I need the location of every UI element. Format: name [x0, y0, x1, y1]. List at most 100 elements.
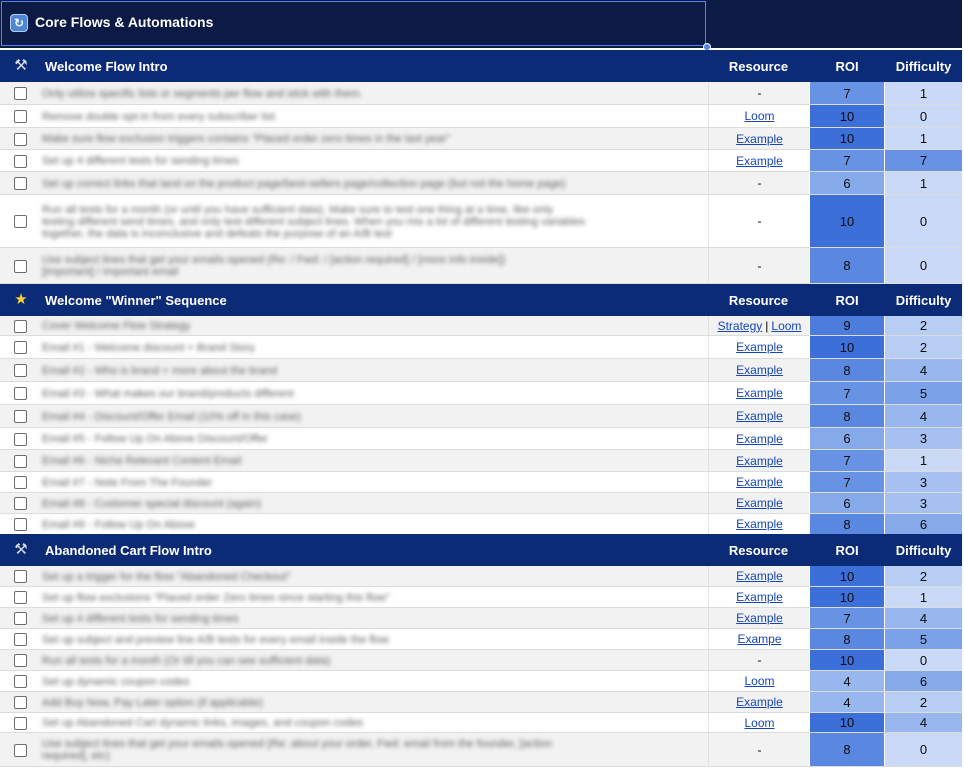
task-checkbox[interactable] — [14, 387, 27, 400]
table-row: Set up correct links that land on the pr… — [0, 172, 964, 195]
resource-link-example[interactable]: Example — [736, 496, 783, 510]
resource-link-strategy[interactable]: Strategy — [718, 319, 763, 333]
difficulty-score: 3 — [885, 428, 962, 449]
task-line: Set up Abandoned Cart dynamic links, ima… — [42, 717, 364, 729]
task-line: Remove double opt-in from every subscrib… — [42, 111, 275, 123]
task-checkbox[interactable] — [14, 341, 27, 354]
task-line: Email #2 - Who is brand + more about the… — [42, 365, 278, 377]
resource-link-example[interactable]: Example — [736, 340, 783, 354]
task-line: Set up 4 different tests for sending tim… — [42, 155, 239, 167]
task-checkbox[interactable] — [14, 518, 27, 531]
table-row: Remove double opt-in from every subscrib… — [0, 105, 964, 128]
task-checkbox[interactable] — [14, 744, 27, 757]
task-description: Make sure flow exclusion triggers contai… — [42, 133, 706, 147]
task-description: Set up correct links that land on the pr… — [42, 178, 706, 192]
task-description: Email #6 - Niche Relevant Content Email — [42, 455, 706, 469]
resource-link-example[interactable]: Example — [736, 409, 783, 423]
roi-score: 7 — [809, 608, 885, 628]
task-checkbox[interactable] — [14, 591, 27, 604]
task-checkbox[interactable] — [14, 320, 27, 333]
resource-cell: - — [708, 82, 810, 104]
resource-link-example[interactable]: Example — [736, 569, 783, 583]
selected-cell-outline[interactable] — [1, 1, 706, 46]
table-row: Email #5 - Follow Up On Above Discount/O… — [0, 428, 964, 450]
task-description: Use subject lines that get your emails o… — [42, 254, 706, 281]
table-row: Only utilize specific lists or segments … — [0, 82, 964, 105]
table-row: Make sure flow exclusion triggers contai… — [0, 128, 964, 150]
resource-link-example[interactable]: Example — [736, 611, 783, 625]
task-checkbox[interactable] — [14, 410, 27, 423]
task-checkbox[interactable] — [14, 654, 27, 667]
resource-link-example[interactable]: Example — [736, 590, 783, 604]
task-description: Email #7 - Note From The Founder — [42, 477, 706, 490]
difficulty-score: 6 — [885, 671, 962, 691]
task-checkbox[interactable] — [14, 133, 27, 146]
resource-link-exampe[interactable]: Exampe — [737, 632, 781, 646]
difficulty-score: 1 — [885, 587, 962, 607]
section-title: Welcome Flow Intro — [45, 59, 168, 74]
section-header: ⚒ Welcome Flow Intro Resource ROI Difficulty — [0, 50, 964, 82]
task-checkbox[interactable] — [14, 364, 27, 377]
task-checkbox[interactable] — [14, 497, 27, 510]
difficulty-score: 3 — [885, 472, 962, 492]
roi-score: 8 — [809, 405, 885, 427]
task-checkbox[interactable] — [14, 476, 27, 489]
task-line: Make sure flow exclusion triggers contai… — [42, 133, 451, 145]
difficulty-score: 3 — [885, 493, 962, 513]
task-checkbox[interactable] — [14, 633, 27, 646]
task-checkbox[interactable] — [14, 570, 27, 583]
table-row: Use subject lines that get your emails o… — [0, 248, 964, 284]
task-checkbox[interactable] — [14, 260, 27, 273]
task-line: Email #9 - Follow Up On Above — [42, 519, 195, 531]
table-row: Run all tests for a month (or until you … — [0, 195, 964, 248]
roi-score: 10 — [809, 195, 885, 247]
difficulty-score: 2 — [885, 316, 962, 335]
task-checkbox[interactable] — [14, 696, 27, 709]
no-resource: - — [757, 86, 762, 100]
resource-cell: Example — [708, 359, 810, 381]
task-description: Run all tests for a month (Or till you c… — [42, 655, 706, 668]
task-checkbox[interactable] — [14, 675, 27, 688]
table-row: Email #3 - What makes our brand/products… — [0, 382, 964, 405]
spreadsheet: ↻ Core Flows & Automations ⚒ Welcome Flow… — [0, 0, 964, 771]
resource-link-example[interactable]: Example — [736, 154, 783, 168]
resource-cell: Example — [708, 587, 810, 607]
task-line: Run all tests for a month (Or till you c… — [42, 655, 331, 667]
task-checkbox[interactable] — [14, 177, 27, 190]
difficulty-score: 0 — [885, 248, 962, 283]
resource-link-example[interactable]: Example — [736, 386, 783, 400]
task-checkbox[interactable] — [14, 155, 27, 168]
resource-link-example[interactable]: Example — [736, 132, 783, 146]
roi-score: 6 — [809, 428, 885, 449]
difficulty-score: 7 — [885, 150, 962, 171]
task-checkbox[interactable] — [14, 455, 27, 468]
task-line: Add Buy Now, Pay Later option (if applic… — [42, 697, 263, 709]
task-checkbox[interactable] — [14, 612, 27, 625]
resource-link-example[interactable]: Example — [736, 454, 783, 468]
task-description: Email #1 - Welcome discount + Brand Stor… — [42, 342, 706, 356]
resource-cell: Example — [708, 405, 810, 427]
resource-link-example[interactable]: Example — [736, 517, 783, 531]
resource-link-loom[interactable]: Loom — [771, 319, 801, 333]
task-description: Email #8 - Customer special discount (ag… — [42, 498, 706, 511]
task-checkbox[interactable] — [14, 215, 27, 228]
resource-link-loom[interactable]: Loom — [744, 109, 774, 123]
difficulty-score: 5 — [885, 382, 962, 404]
difficulty-score: 1 — [885, 128, 962, 149]
resource-link-example[interactable]: Example — [736, 475, 783, 489]
resource-column-header: Resource — [728, 543, 789, 558]
task-checkbox[interactable] — [14, 110, 27, 123]
resource-link-loom[interactable]: Loom — [744, 716, 774, 730]
difficulty-score: 2 — [885, 566, 962, 586]
resource-cell: Example — [708, 566, 810, 586]
task-line: required], etc) — [42, 750, 110, 762]
difficulty-column-header: Difficulty — [895, 59, 952, 74]
task-checkbox[interactable] — [14, 87, 27, 100]
resource-link-example[interactable]: Example — [736, 432, 783, 446]
roi-score: 6 — [809, 172, 885, 194]
task-checkbox[interactable] — [14, 433, 27, 446]
task-checkbox[interactable] — [14, 717, 27, 730]
resource-link-example[interactable]: Example — [736, 695, 783, 709]
resource-link-loom[interactable]: Loom — [744, 674, 774, 688]
resource-link-example[interactable]: Example — [736, 363, 783, 377]
